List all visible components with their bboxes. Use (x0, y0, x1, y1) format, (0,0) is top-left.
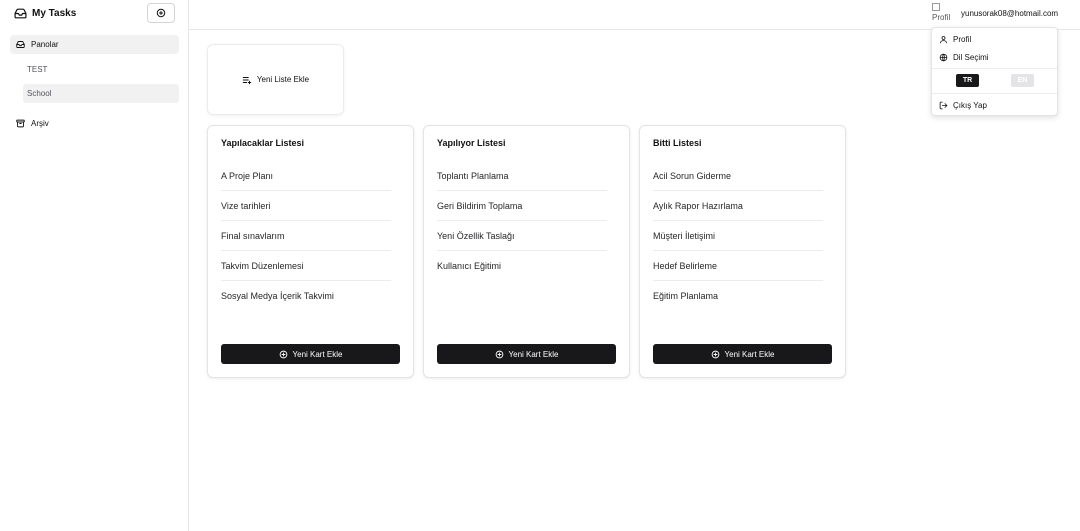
board-label: TEST (27, 65, 48, 74)
sidebar-item-label: Arşiv (31, 119, 49, 128)
menu-item-language[interactable]: Dil Seçimi (939, 51, 989, 63)
menu-item-label: Çıkış Yap (953, 100, 987, 110)
inbox-icon (16, 40, 25, 49)
board-label: School (27, 89, 52, 98)
language-en-button[interactable]: EN (1011, 74, 1034, 87)
add-card-button[interactable]: Yeni Kart Ekle (221, 344, 400, 364)
add-card-button[interactable]: Yeni Kart Ekle (653, 344, 832, 364)
add-board-button[interactable] (147, 3, 175, 23)
sidebar-item-label: Panolar (31, 40, 59, 49)
avatar[interactable]: Profil (932, 3, 954, 25)
task-card[interactable]: Final sınavlarım (221, 221, 391, 251)
add-list-button[interactable]: Yeni Liste Ekle (207, 44, 344, 115)
broken-image-icon (932, 3, 940, 11)
sidebar: My Tasks Panolar TEST School Arşiv (0, 0, 189, 531)
plus-circle-icon (279, 350, 288, 359)
user-email[interactable]: yunusorak08@hotmail.com (961, 9, 1058, 18)
task-card[interactable]: Vize tarihleri (221, 191, 391, 221)
task-card[interactable]: A Proje Planı (221, 161, 391, 191)
globe-icon (939, 53, 948, 62)
menu-item-label: Dil Seçimi (953, 52, 989, 62)
plus-circle-icon (711, 350, 720, 359)
inbox-icon (14, 7, 27, 20)
plus-circle-icon (156, 8, 166, 18)
language-tr-button[interactable]: TR (956, 74, 979, 87)
list-title: Yapılıyor Listesi (437, 138, 506, 148)
user-menu: Profil Dil Seçimi TR EN Çıkış Yap (931, 27, 1058, 116)
menu-divider (932, 93, 1057, 94)
app-title: My Tasks (32, 7, 77, 19)
brand[interactable]: My Tasks (14, 6, 76, 20)
sidebar-item-arsiv[interactable]: Arşiv (10, 114, 179, 133)
task-card[interactable]: Takvim Düzenlemesi (221, 251, 391, 281)
add-card-label: Yeni Kart Ekle (292, 349, 343, 359)
list-column-todo: Yapılacaklar Listesi A Proje Planı Vize … (207, 125, 414, 378)
list-column-done: Bitti Listesi Acil Sorun Giderme Aylık R… (639, 125, 846, 378)
task-card[interactable]: Sosyal Medya İçerik Takvimi (221, 281, 391, 311)
sidebar-item-panolar[interactable]: Panolar (10, 35, 179, 54)
user-icon (939, 35, 948, 44)
board-item-test[interactable]: TEST (23, 60, 179, 79)
task-card[interactable]: Geri Bildirim Toplama (437, 191, 607, 221)
plus-circle-icon (495, 350, 504, 359)
add-list-label: Yeni Liste Ekle (256, 75, 310, 84)
add-card-label: Yeni Kart Ekle (508, 349, 559, 359)
menu-item-label: Profil (953, 34, 972, 44)
task-card[interactable]: Müşteri İletişimi (653, 221, 823, 251)
add-card-label: Yeni Kart Ekle (724, 349, 775, 359)
task-card[interactable]: Toplantı Planlama (437, 161, 607, 191)
menu-item-logout[interactable]: Çıkış Yap (939, 99, 987, 111)
archive-icon (16, 119, 25, 128)
logout-icon (939, 101, 948, 110)
board-item-school[interactable]: School (23, 84, 179, 103)
avatar-alt-text: Profil (932, 13, 951, 22)
list-column-in-progress: Yapılıyor Listesi Toplantı Planlama Geri… (423, 125, 630, 378)
task-card[interactable]: Yeni Özellik Taslağı (437, 221, 607, 251)
task-card[interactable]: Eğitim Planlama (653, 281, 823, 311)
add-card-button[interactable]: Yeni Kart Ekle (437, 344, 616, 364)
task-card[interactable]: Acil Sorun Giderme (653, 161, 823, 191)
menu-item-profile[interactable]: Profil (939, 33, 971, 45)
menu-divider (932, 68, 1057, 69)
list-title: Yapılacaklar Listesi (221, 138, 305, 148)
task-card[interactable]: Hedef Belirleme (653, 251, 823, 281)
list-title: Bitti Listesi (653, 138, 702, 148)
task-card[interactable]: Aylık Rapor Hazırlama (653, 191, 823, 221)
list-plus-icon (242, 75, 252, 85)
task-card[interactable]: Kullanıcı Eğitimi (437, 251, 607, 281)
